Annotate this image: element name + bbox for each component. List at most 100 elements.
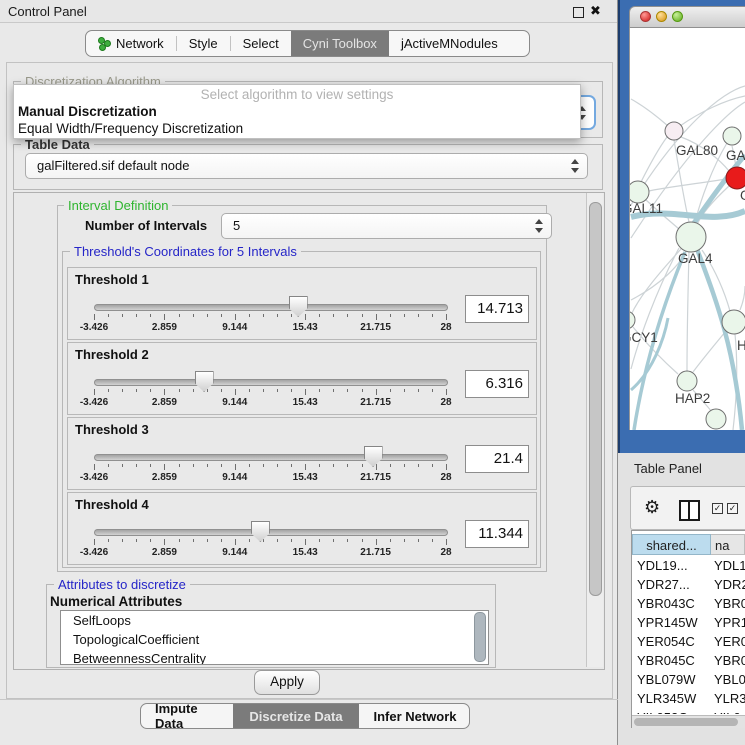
slider-minor-tick (362, 464, 363, 467)
tab-network[interactable]: Network (86, 31, 176, 56)
table-row[interactable]: YER054CYER0 (632, 632, 745, 651)
table-row[interactable]: YPR145WYPR1 (632, 613, 745, 632)
network-edge[interactable] (631, 99, 668, 126)
network-edge[interactable] (680, 96, 745, 126)
checkbox-icon[interactable] (727, 503, 738, 514)
table-data-combobox[interactable]: galFiltered.sif default node (25, 153, 588, 179)
slider-minor-tick (108, 464, 109, 467)
slider-minor-tick (432, 464, 433, 467)
threshold-value-field[interactable]: 14.713 (465, 295, 529, 323)
network-node[interactable] (627, 181, 649, 203)
cell-name: YDL1 (714, 556, 745, 575)
network-icon (98, 37, 111, 50)
slider-tick-label: 28 (440, 472, 451, 483)
slider-minor-tick (362, 314, 363, 317)
network-node[interactable] (723, 127, 741, 145)
threshold-slider-track[interactable] (94, 529, 448, 536)
slider-tick-label: 2.859 (152, 472, 177, 483)
cell-shared-name: YBR043C (637, 594, 695, 613)
slider-minor-tick (291, 539, 292, 542)
threshold-slider-thumb[interactable] (195, 371, 214, 392)
tab-discretize-data[interactable]: Discretize Data (233, 704, 359, 728)
threshold-value-field[interactable]: 11.344 (465, 520, 529, 548)
attributes-list[interactable]: SelfLoopsTopologicalCoefficientBetweenne… (60, 610, 489, 665)
horizontal-scrollbar[interactable] (632, 715, 745, 728)
slider-minor-tick (150, 389, 151, 392)
network-edge[interactable] (631, 248, 679, 369)
cell-name: YBR0 (714, 594, 745, 613)
network-edge[interactable] (740, 286, 745, 310)
slider-minor-tick (136, 389, 137, 392)
list-item[interactable]: SelfLoops (61, 611, 488, 630)
table-row[interactable]: YDL19...YDL1 (632, 556, 745, 575)
tab-cyni-toolbox[interactable]: Cyni Toolbox (291, 31, 389, 56)
horizontal-scrollbar-thumb[interactable] (634, 718, 738, 726)
tab-select[interactable]: Select (231, 31, 291, 56)
checkbox-icon[interactable] (712, 503, 723, 514)
dropdown-option-equal-width[interactable]: Equal Width/Frequency Discretization (17, 120, 577, 137)
slider-minor-tick (333, 539, 334, 542)
threshold-slider-track[interactable] (94, 304, 448, 311)
columns-icon[interactable] (679, 500, 700, 521)
list-item[interactable]: BetweennessCentrality (61, 649, 488, 665)
network-edge[interactable] (693, 331, 726, 372)
slider-minor-tick (390, 464, 391, 467)
threshold-row: Threshold 3-3.4262.8599.14415.4321.71528… (67, 417, 537, 490)
network-edge[interactable] (641, 137, 667, 182)
slider-minor-tick (122, 389, 123, 392)
table-row[interactable]: YBL079WYBL0 (632, 670, 745, 689)
threshold-slider-thumb[interactable] (251, 521, 270, 542)
table-row[interactable]: YIL052CYIL0 (632, 708, 745, 714)
network-graph[interactable]: GAL80GAGGAL11GAL4GCY1HHAP2 (618, 0, 745, 453)
slider-minor-tick (362, 539, 363, 542)
slider-tick-label: 21.715 (360, 547, 391, 558)
threshold-slider-thumb[interactable] (364, 446, 383, 467)
network-node-label: HAP2 (675, 391, 710, 406)
tab-style[interactable]: Style (177, 31, 230, 56)
column-header-shared-name[interactable]: shared... (632, 534, 711, 555)
slider-minor-tick (432, 389, 433, 392)
threshold-slider-track[interactable] (94, 454, 448, 461)
network-node[interactable] (677, 371, 697, 391)
slider-minor-tick (291, 314, 292, 317)
vertical-scrollbar-thumb[interactable] (589, 202, 602, 596)
tab-infer-network[interactable]: Infer Network (359, 704, 470, 728)
threshold-value-field[interactable]: 6.316 (465, 370, 529, 398)
table-row[interactable]: YBR043C YBR0 (632, 594, 745, 613)
slider-minor-tick (347, 389, 348, 392)
gear-icon[interactable]: ⚙ (644, 497, 660, 518)
tab-impute-data[interactable]: Impute Data (141, 704, 233, 728)
slider-tick-label: 15.43 (293, 322, 318, 333)
network-node[interactable] (722, 310, 745, 334)
float-icon[interactable] (573, 7, 584, 18)
num-intervals-combobox[interactable]: 5 (221, 213, 552, 239)
network-node[interactable] (618, 311, 635, 329)
slider-minor-tick (136, 539, 137, 542)
column-header-name[interactable]: na (711, 534, 745, 555)
threshold-slider-track[interactable] (94, 379, 448, 386)
dropdown-option-manual[interactable]: Manual Discretization (17, 103, 577, 120)
table-row[interactable]: YBR045CYBR0 (632, 651, 745, 670)
network-node[interactable] (706, 409, 726, 429)
network-edge[interactable] (687, 252, 689, 371)
table-row[interactable]: YDR27...YDR2 (632, 575, 745, 594)
network-edge[interactable] (649, 179, 726, 191)
network-node-label: G (740, 188, 745, 203)
top-tabbar: Network Style Select Cyni Toolbox jActiv… (85, 30, 530, 57)
threshold-label: Threshold 1 (75, 272, 149, 287)
slider-minor-tick (179, 389, 180, 392)
close-icon[interactable]: ✖ (590, 3, 601, 19)
table-row[interactable]: YLR345WYLR3 (632, 689, 745, 708)
network-node-label: H (737, 338, 745, 353)
network-node[interactable] (665, 122, 683, 140)
list-scrollbar-thumb[interactable] (474, 612, 486, 662)
slider-tick-label: 21.715 (360, 472, 391, 483)
list-item[interactable]: TopologicalCoefficient (61, 630, 488, 649)
apply-button[interactable]: Apply (254, 670, 320, 695)
threshold-value-field[interactable]: 21.4 (465, 445, 529, 473)
tab-jactivemnodules[interactable]: jActiveMNodules (389, 31, 510, 56)
network-node[interactable] (676, 222, 706, 252)
threshold-row: Threshold 4-3.4262.8599.14415.4321.71528… (67, 492, 537, 565)
network-node[interactable] (726, 167, 745, 189)
slider-major-tick (376, 389, 377, 395)
